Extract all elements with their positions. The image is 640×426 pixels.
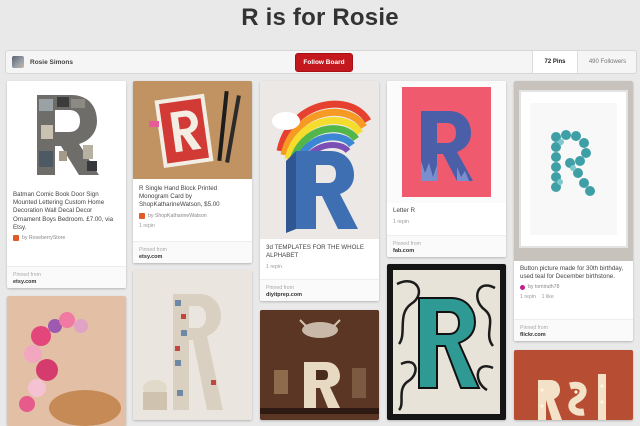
marquee-letters-image (514, 350, 633, 420)
pin-image[interactable] (7, 81, 126, 185)
repin-count[interactable]: 1 repin (266, 264, 373, 270)
pin-attribution[interactable]: by ShopKatharineWatson (139, 212, 246, 219)
pin-image[interactable] (260, 310, 379, 420)
pin-source[interactable]: Pinned from fab.com (387, 235, 506, 257)
pin-card[interactable] (514, 350, 633, 420)
pin-image[interactable] (514, 81, 633, 261)
follow-board-button[interactable]: Follow Board (295, 53, 353, 72)
pin-image[interactable] (7, 296, 126, 426)
source-domain[interactable]: diyitprep.com (266, 292, 373, 298)
pinned-from-label: Pinned from (139, 247, 167, 253)
block-print-card-image (133, 81, 252, 179)
wooden-letter-shelf-image (260, 310, 379, 420)
pinned-from-label: Pinned from (13, 272, 41, 278)
pin-author[interactable]: by tomiruth78 (528, 284, 559, 290)
source-domain[interactable]: etsy.com (13, 279, 120, 285)
repin-count[interactable]: 1 repin (520, 294, 536, 300)
repin-count[interactable]: 1 repin (393, 219, 500, 225)
pin-card[interactable]: Letter R 1 repin Pinned from fab.com (387, 81, 506, 257)
pin-image[interactable] (387, 81, 506, 203)
pin-card[interactable] (133, 270, 252, 420)
pinned-from-label: Pinned from (266, 285, 294, 291)
pinned-from-label: Pinned from (393, 241, 421, 247)
letter-r-print-image (387, 81, 506, 203)
like-count[interactable]: 1 like (542, 294, 554, 300)
pin-card[interactable] (260, 310, 379, 420)
pin-source[interactable]: Pinned from etsy.com (7, 266, 126, 288)
followers-count-tab[interactable]: 490 Followers (577, 51, 637, 73)
pin-source[interactable]: Pinned from flickr.com (514, 319, 633, 341)
pin-card[interactable]: R Single Hand Block Printed Monogram Car… (133, 81, 252, 263)
pin-image[interactable] (133, 81, 252, 179)
owner-name[interactable]: Rosie Simons (30, 59, 73, 66)
pin-attribution[interactable]: by tomiruth78 (520, 284, 627, 290)
source-domain[interactable]: flickr.com (520, 332, 627, 338)
pin-description: R Single Hand Block Printed Monogram Car… (139, 185, 220, 209)
batman-letter-r-image (7, 81, 126, 185)
pin-card[interactable]: 3d TEMPLATES FOR THE WHOLE ALPHABET 1 re… (260, 81, 379, 301)
avatar[interactable] (12, 56, 24, 68)
pin-image[interactable] (387, 264, 506, 420)
store-icon (139, 212, 145, 219)
pin-author[interactable]: by RoseberryStore (22, 235, 65, 241)
button-letter-frame-image (514, 81, 633, 261)
mosaic-letter-image (133, 270, 252, 420)
pin-description: Letter R (393, 207, 416, 214)
source-domain[interactable]: fab.com (393, 248, 500, 254)
pin-card[interactable] (387, 264, 506, 420)
board-title: R is for Rosie (241, 4, 399, 31)
pins-count-tab[interactable]: 72 Pins (532, 51, 577, 73)
pin-image[interactable] (133, 270, 252, 420)
pin-image[interactable] (514, 350, 633, 420)
source-domain[interactable]: etsy.com (139, 254, 246, 260)
pin-card[interactable]: Button picture made for 30th birthday, u… (514, 81, 633, 341)
woodcut-letter-image (387, 264, 506, 420)
pin-source[interactable]: Pinned from etsy.com (133, 241, 252, 263)
board-owner[interactable]: Rosie Simons (12, 56, 73, 68)
pin-image[interactable] (260, 81, 379, 239)
store-icon (13, 235, 19, 242)
repin-count[interactable]: 1 repin (139, 223, 246, 229)
pin-card[interactable] (7, 296, 126, 426)
pin-author[interactable]: by ShopKatharineWatson (148, 213, 207, 219)
flower-letter-image (7, 296, 126, 426)
pinned-from-label: Pinned from (520, 325, 548, 331)
pin-description: Batman Comic Book Door Sign Mounted Lett… (13, 191, 114, 231)
pin-description: Button picture made for 30th birthday, u… (520, 265, 624, 281)
pin-description: 3d TEMPLATES FOR THE WHOLE ALPHABET (266, 244, 364, 260)
pin-attribution[interactable]: by RoseberryStore (13, 235, 120, 242)
pin-source[interactable]: Pinned from diyitprep.com (260, 279, 379, 301)
pin-stats: 1 repin 1 like (520, 294, 627, 300)
user-icon (520, 284, 525, 290)
board-header-bar: Rosie Simons Follow Board 72 Pins 490 Fo… (5, 50, 637, 74)
rainbow-3d-letter-image (260, 81, 379, 239)
pin-card[interactable]: Batman Comic Book Door Sign Mounted Lett… (7, 81, 126, 288)
